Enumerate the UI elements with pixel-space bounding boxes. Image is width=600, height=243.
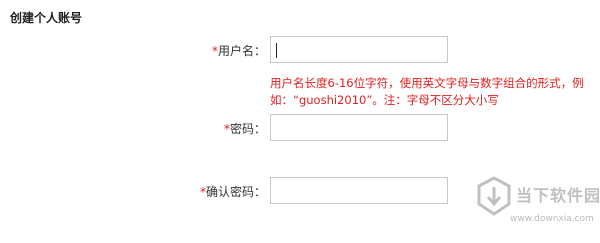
- confirm-password-input[interactable]: [270, 177, 448, 204]
- confirm-password-label: *确认密码：: [200, 183, 266, 200]
- username-hint: 用户名长度6-16位字符，使用英文字母与数字组合的形式，例如：“guoshi20…: [270, 76, 584, 107]
- watermark-url: www.downxia.com: [510, 214, 594, 224]
- username-label: *用户名：: [212, 42, 266, 59]
- downxia-logo-icon: [477, 176, 511, 216]
- password-label: *密码：: [224, 120, 266, 137]
- watermark: 当下软件园 www.downxia.com: [476, 176, 600, 236]
- watermark-text: 当下软件园: [516, 186, 600, 205]
- page-title: 创建个人账号: [10, 11, 83, 25]
- username-input[interactable]: [270, 36, 448, 63]
- username-label-text: 用户名：: [217, 44, 266, 58]
- text-cursor: [276, 43, 277, 58]
- password-input[interactable]: [270, 114, 448, 141]
- password-label-text: 密码：: [229, 122, 266, 136]
- confirm-password-label-text: 确认密码：: [205, 185, 266, 199]
